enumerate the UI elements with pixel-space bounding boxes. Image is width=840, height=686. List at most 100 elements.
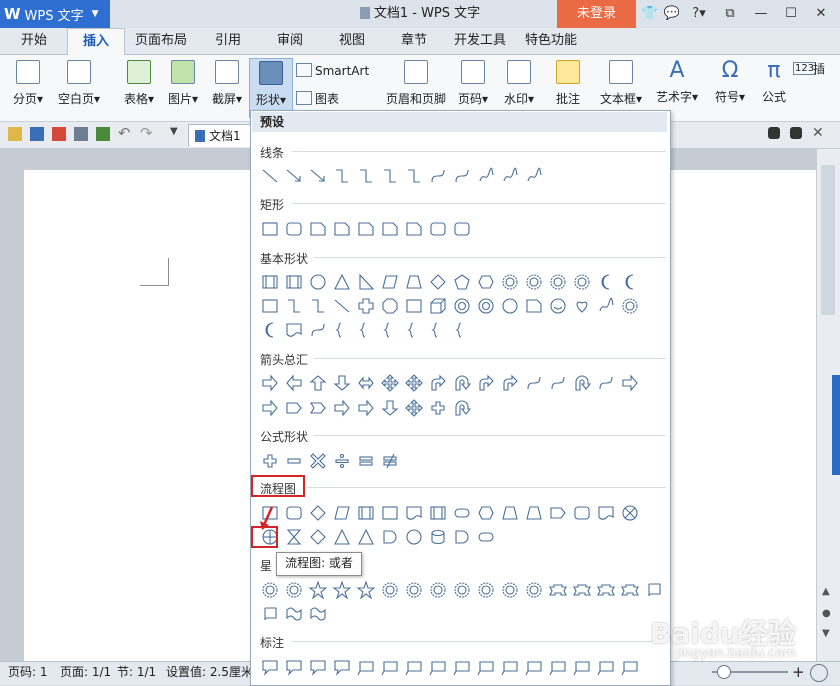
layout-mode-icon[interactable] xyxy=(790,127,802,139)
hex-shape-icon[interactable] xyxy=(474,501,498,525)
heart-shape-icon[interactable] xyxy=(570,294,594,318)
callout2-shape-icon[interactable] xyxy=(498,655,522,679)
circle-shape-icon[interactable] xyxy=(306,270,330,294)
side-panel-toggle[interactable] xyxy=(832,375,840,475)
seal-shape-icon[interactable] xyxy=(498,578,522,602)
elbow-shape-icon[interactable] xyxy=(330,164,354,188)
moon-shape-icon[interactable] xyxy=(594,270,618,294)
rarrow-shape-icon[interactable] xyxy=(618,371,642,395)
scroll-center-icon[interactable]: ● xyxy=(822,608,831,619)
callout-shape-icon[interactable] xyxy=(258,655,282,679)
diamond-shape-icon[interactable] xyxy=(306,525,330,549)
scroll-down-icon[interactable]: ▼ xyxy=(822,628,830,639)
hourglass-shape-icon[interactable] xyxy=(282,525,306,549)
arrowline-shape-icon[interactable] xyxy=(282,164,306,188)
seal-shape-icon[interactable] xyxy=(618,294,642,318)
table-button[interactable]: 表格▾ xyxy=(118,58,160,116)
moon-shape-icon[interactable] xyxy=(618,270,642,294)
blank-page-button[interactable]: 空白页▾ xyxy=(52,58,106,116)
tab-view[interactable]: 视图 xyxy=(326,28,378,54)
tab-home[interactable]: 开始 xyxy=(6,28,62,54)
comment-button[interactable]: 批注 xyxy=(548,58,588,116)
restore-window-icon[interactable]: ⧉ xyxy=(719,0,741,28)
scroll-shape-icon[interactable] xyxy=(258,602,282,626)
brace-shape-icon[interactable] xyxy=(402,318,426,342)
cube-shape-icon[interactable] xyxy=(426,294,450,318)
uturn-shape-icon[interactable] xyxy=(450,396,474,420)
proc2-shape-icon[interactable] xyxy=(426,501,450,525)
lrarrow-shape-icon[interactable] xyxy=(354,371,378,395)
shape-button[interactable]: 形状▾ xyxy=(249,58,293,118)
callout2-shape-icon[interactable] xyxy=(426,655,450,679)
pent-shape-icon[interactable] xyxy=(450,270,474,294)
trap-shape-icon[interactable] xyxy=(402,270,426,294)
brace-shape-icon[interactable] xyxy=(354,318,378,342)
tab-section[interactable]: 章节 xyxy=(388,28,440,54)
quad-shape-icon[interactable] xyxy=(378,371,402,395)
free-shape-icon[interactable] xyxy=(498,164,522,188)
proc2-shape-icon[interactable] xyxy=(282,270,306,294)
snip-shape-icon[interactable] xyxy=(378,217,402,241)
zoom-in-icon[interactable]: + xyxy=(792,661,805,684)
scrollbar-thumb[interactable] xyxy=(821,165,835,315)
wave-shape-icon[interactable] xyxy=(306,602,330,626)
delay-shape-icon[interactable] xyxy=(378,525,402,549)
line-shape-icon[interactable] xyxy=(258,164,282,188)
div-shape-icon[interactable] xyxy=(330,449,354,473)
reading-mode-icon[interactable] xyxy=(768,127,780,139)
star-shape-icon[interactable] xyxy=(354,578,378,602)
star-shape-icon[interactable] xyxy=(306,578,330,602)
chevron-shape-icon[interactable] xyxy=(306,396,330,420)
rarrow-shape-icon[interactable] xyxy=(258,396,282,420)
tri-shape-icon[interactable] xyxy=(354,525,378,549)
customize-dropdown-icon[interactable]: ▼ xyxy=(170,126,178,137)
brace-shape-icon[interactable] xyxy=(450,318,474,342)
callout-shape-icon[interactable] xyxy=(282,655,306,679)
tab-special[interactable]: 特色功能 xyxy=(518,28,584,54)
rect-shape-icon[interactable] xyxy=(258,217,282,241)
rarrow-shape-icon[interactable] xyxy=(354,396,378,420)
open-folder-icon[interactable] xyxy=(8,127,22,141)
seal-shape-icon[interactable] xyxy=(426,578,450,602)
ribbon-shape-icon[interactable] xyxy=(546,578,570,602)
callout2-shape-icon[interactable] xyxy=(522,655,546,679)
brace-shape-icon[interactable] xyxy=(378,318,402,342)
elbow-shape-icon[interactable] xyxy=(378,164,402,188)
quad-shape-icon[interactable] xyxy=(402,371,426,395)
moon-shape-icon[interactable] xyxy=(258,318,282,342)
page-number-button[interactable]: 页码▾ xyxy=(452,58,494,116)
seal-shape-icon[interactable] xyxy=(522,578,546,602)
header-footer-button[interactable]: 页眉和页脚 xyxy=(384,58,448,116)
fit-icon[interactable] xyxy=(810,664,828,682)
snip-shape-icon[interactable] xyxy=(522,294,546,318)
minimize-icon[interactable]: — xyxy=(750,0,772,28)
snip-shape-icon[interactable] xyxy=(306,217,330,241)
symbol-button[interactable]: Ω 符号▾ xyxy=(712,58,748,116)
rect-shape-icon[interactable] xyxy=(258,294,282,318)
curve-shape-icon[interactable] xyxy=(450,164,474,188)
proc2-shape-icon[interactable] xyxy=(258,270,282,294)
callout2-shape-icon[interactable] xyxy=(378,655,402,679)
curve-shape-icon[interactable] xyxy=(426,164,450,188)
free-shape-icon[interactable] xyxy=(594,294,618,318)
login-button[interactable]: 未登录 xyxy=(557,0,636,28)
tab-insert[interactable]: 插入 xyxy=(67,28,125,56)
chart-button[interactable]: 图表 xyxy=(296,90,339,108)
darrow-shape-icon[interactable] xyxy=(330,371,354,395)
circle-shape-icon[interactable] xyxy=(498,294,522,318)
line-shape-icon[interactable] xyxy=(330,294,354,318)
tab-page-layout[interactable]: 页面布局 xyxy=(128,28,194,54)
close-icon[interactable]: ✕ xyxy=(810,0,832,28)
rect-shape-icon[interactable] xyxy=(402,294,426,318)
picture-button[interactable]: 图片▾ xyxy=(162,58,204,116)
zoom-slider-handle[interactable] xyxy=(717,665,731,679)
brace-shape-icon[interactable] xyxy=(426,318,450,342)
elbow-shape-icon[interactable] xyxy=(354,164,378,188)
save-icon[interactable] xyxy=(30,127,44,141)
circle-shape-icon[interactable] xyxy=(402,525,426,549)
callout2-shape-icon[interactable] xyxy=(594,655,618,679)
rarrow-shape-icon[interactable] xyxy=(258,371,282,395)
maximize-icon[interactable]: ☐ xyxy=(780,0,802,28)
textbox-button[interactable]: 文本框▾ xyxy=(598,58,644,116)
arrowline-shape-icon[interactable] xyxy=(306,164,330,188)
